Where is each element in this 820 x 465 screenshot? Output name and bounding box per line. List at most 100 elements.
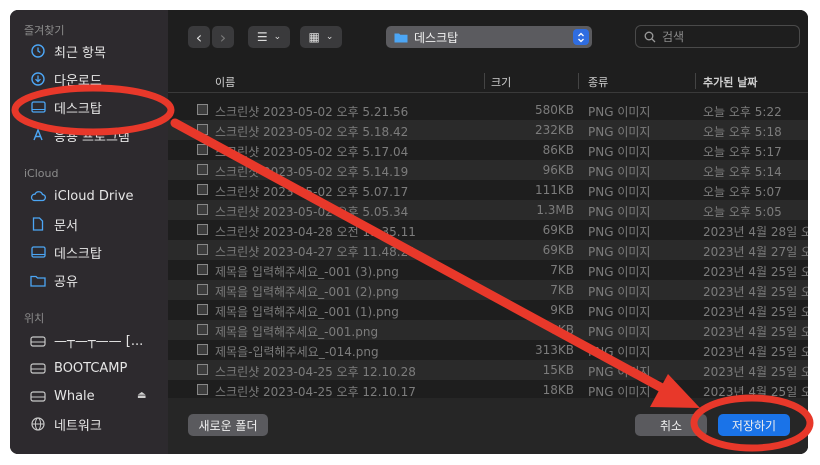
table-row[interactable]: 스크린샷 2023-04-25 오후 12.10.28 15KB PNG 이미지 20… xyxy=(168,360,808,380)
image-file-icon xyxy=(197,264,208,275)
table-row[interactable]: 제목을 입력해주세요_-001 (2).png 7KB PNG 이미지 2023년 4… xyxy=(168,280,808,300)
desktop-icon xyxy=(30,244,46,260)
updown-chevron-icon xyxy=(573,29,589,45)
cloud-icon xyxy=(30,188,46,204)
table-row[interactable]: 스크린샷 2023-05-02 오후 5.07.17 111KB PNG 이미지 오늘… xyxy=(168,180,808,200)
table-row[interactable]: 스크린샷 2023-04-28 오전 11.35.11 69KB PNG 이미지 20… xyxy=(168,220,808,240)
folder-icon xyxy=(394,33,408,42)
sidebar-item-label: 데스크탑 xyxy=(54,246,102,262)
image-file-icon xyxy=(197,224,208,235)
document-icon xyxy=(30,216,46,232)
column-divider[interactable] xyxy=(484,73,485,89)
col-name-header[interactable]: 이름 xyxy=(215,74,235,90)
list-view-icon: ☰ xyxy=(256,30,268,44)
image-file-icon xyxy=(197,364,208,375)
sidebar-item-applications[interactable]: 응용 프로그램 xyxy=(30,124,130,146)
table-row[interactable]: 제목을-입력해주세요_-014.png 313KB PNG 이미지 2023년 4월 … xyxy=(168,340,808,360)
sidebar-item-whale[interactable]: Whale xyxy=(30,385,95,407)
image-file-icon xyxy=(197,244,208,255)
sidebar-item-label: 데스크탑 xyxy=(54,101,102,117)
save-dialog: 즐겨찾기 최근 항목 다운로드 데스크탑 응용 프로그램 iCloud iClo… xyxy=(10,10,808,454)
sidebar-item-label: 네트워크 xyxy=(54,418,102,434)
chevron-down-icon: ⌄ xyxy=(325,32,334,42)
image-file-icon xyxy=(197,204,208,215)
image-file-icon xyxy=(197,324,208,335)
locations-title: 위치 xyxy=(24,312,45,325)
cancel-button[interactable]: 취소 xyxy=(635,414,707,436)
sidebar-item-label: 공유 xyxy=(54,274,78,290)
sidebar-item-bootcamp[interactable]: BOOTCAMP xyxy=(30,357,127,379)
apps-icon xyxy=(30,127,46,143)
sidebar-item-label: iCloud Drive xyxy=(54,188,134,204)
sidebar-item-downloads[interactable]: 다운로드 xyxy=(30,68,102,90)
icloud-title: iCloud xyxy=(24,167,59,180)
search-icon xyxy=(644,31,656,42)
table-row[interactable]: 제목을 입력해주세요_-001 (3).png 7KB PNG 이미지 2023년 4… xyxy=(168,260,808,280)
col-size-header[interactable]: 크기 xyxy=(491,74,511,90)
shared-folder-icon xyxy=(30,272,46,288)
sidebar-item-shared[interactable]: 공유 xyxy=(30,269,78,291)
sidebar-item-icloud-drive[interactable]: iCloud Drive xyxy=(30,185,134,207)
table-row[interactable]: 스크린샷 2023-05-02 오후 5.05.34 1.3MB PNG 이미지 오늘… xyxy=(168,200,808,220)
sidebar-item-label: —┬—┬—— [... xyxy=(54,333,144,349)
image-file-icon xyxy=(197,344,208,355)
location-label: 데스크탑 xyxy=(414,30,459,45)
sidebar-item-label: 최근 항목 xyxy=(54,45,106,61)
sidebar-item-icloud-desktop[interactable]: 데스크탑 xyxy=(30,241,102,263)
sidebar-item-drive-1[interactable]: —┬—┬—— [... xyxy=(30,330,143,352)
col-kind-header[interactable]: 종류 xyxy=(588,74,608,90)
search-placeholder: 검색 xyxy=(662,30,685,44)
file-list: 스크린샷 2023-05-02 오후 5.21.56 580KB PNG 이미지 오늘… xyxy=(168,100,808,400)
drive-icon xyxy=(30,388,46,404)
image-file-icon xyxy=(197,304,208,315)
new-folder-button[interactable]: 새로운 폴더 xyxy=(188,414,268,436)
list-view-button[interactable]: ☰ ⌄ xyxy=(248,26,290,48)
col-date-header[interactable]: 추가된 날짜 xyxy=(703,74,757,90)
chevron-down-icon: ⌄ xyxy=(273,32,282,42)
sidebar-item-label: 응용 프로그램 xyxy=(54,129,130,145)
table-row[interactable]: 스크린샷 2023-05-02 오후 5.18.42 232KB PNG 이미지 오늘… xyxy=(168,120,808,140)
forward-button[interactable]: › xyxy=(212,26,234,48)
image-file-icon xyxy=(197,144,208,155)
grid-view-icon: ▦ xyxy=(308,30,320,44)
table-row[interactable]: 제목을 입력해주세요_-001.png 6KB PNG 이미지 2023년 4월 25… xyxy=(168,320,808,340)
sidebar-item-label: Whale xyxy=(54,388,95,404)
back-button[interactable]: ‹ xyxy=(188,26,210,48)
favorites-title: 즐겨찾기 xyxy=(24,24,65,37)
column-divider[interactable] xyxy=(695,73,696,89)
sidebar-item-desktop[interactable]: 데스크탑 xyxy=(30,96,102,118)
column-divider[interactable] xyxy=(578,73,579,89)
search-field[interactable]: 검색 xyxy=(635,25,800,48)
table-row[interactable]: 스크린샷 2023-04-25 오후 12.10.17 18KB PNG 이미지 20… xyxy=(168,380,808,400)
table-row[interactable]: 제목을 입력해주세요_-001 (1).png 9KB PNG 이미지 2023년 4… xyxy=(168,300,808,320)
drive-icon xyxy=(30,333,46,349)
sidebar-item-label: 다운로드 xyxy=(54,73,102,89)
save-button[interactable]: 저장하기 xyxy=(718,414,790,436)
sidebar: 즐겨찾기 최근 항목 다운로드 데스크탑 응용 프로그램 iCloud iClo… xyxy=(10,10,168,454)
image-file-icon xyxy=(197,104,208,115)
desktop-icon xyxy=(30,99,46,115)
grid-view-button[interactable]: ▦ ⌄ xyxy=(300,26,342,48)
table-row[interactable]: 스크린샷 2023-05-02 오후 5.21.56 580KB PNG 이미지 오늘… xyxy=(168,100,808,120)
download-icon xyxy=(30,71,46,87)
location-popup[interactable]: 데스크탑 xyxy=(386,26,592,48)
bottom-bar: 새로운 폴더 취소 저장하기 xyxy=(168,398,808,454)
table-row[interactable]: 스크린샷 2023-04-27 오후 11.48.21 69KB PNG 이미지 20… xyxy=(168,240,808,260)
image-file-icon xyxy=(197,384,208,395)
sidebar-item-documents[interactable]: 문서 xyxy=(30,213,78,235)
image-file-icon xyxy=(197,284,208,295)
drive-icon xyxy=(30,360,46,376)
table-row[interactable]: 스크린샷 2023-05-02 오후 5.14.19 96KB PNG 이미지 오늘 … xyxy=(168,160,808,180)
image-file-icon xyxy=(197,184,208,195)
sidebar-item-recents[interactable]: 최근 항목 xyxy=(30,40,106,62)
globe-icon xyxy=(30,416,46,432)
sidebar-item-label: BOOTCAMP xyxy=(54,360,128,376)
main-panel: ‹ › ☰ ⌄ ▦ ⌄ 데스크탑 검색 이름 크기 종류 추가된 날짜 스크린샷… xyxy=(168,10,808,454)
table-header: 이름 크기 종류 추가된 날짜 xyxy=(168,70,808,93)
table-row[interactable]: 스크린샷 2023-05-02 오후 5.17.04 86KB PNG 이미지 오늘 … xyxy=(168,140,808,160)
image-file-icon xyxy=(197,124,208,135)
eject-icon[interactable]: ⏏ xyxy=(137,390,146,401)
sidebar-item-network[interactable]: 네트워크 xyxy=(30,413,102,435)
sidebar-item-label: 문서 xyxy=(54,218,78,234)
clock-icon xyxy=(30,43,46,59)
